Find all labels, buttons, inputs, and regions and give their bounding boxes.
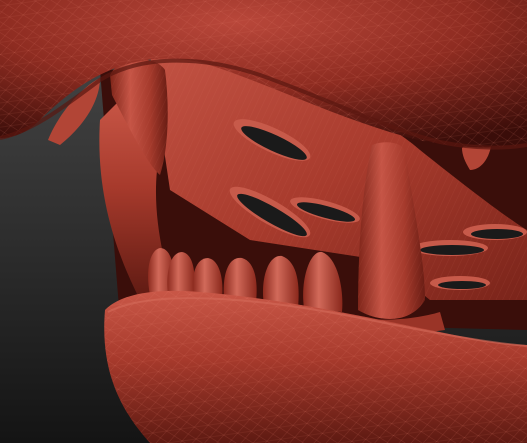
sculpt-render <box>0 0 527 443</box>
palate-slot <box>430 276 490 290</box>
palate-slot <box>463 224 527 240</box>
3d-viewport[interactable] <box>0 0 527 443</box>
palate-slot <box>412 240 488 256</box>
